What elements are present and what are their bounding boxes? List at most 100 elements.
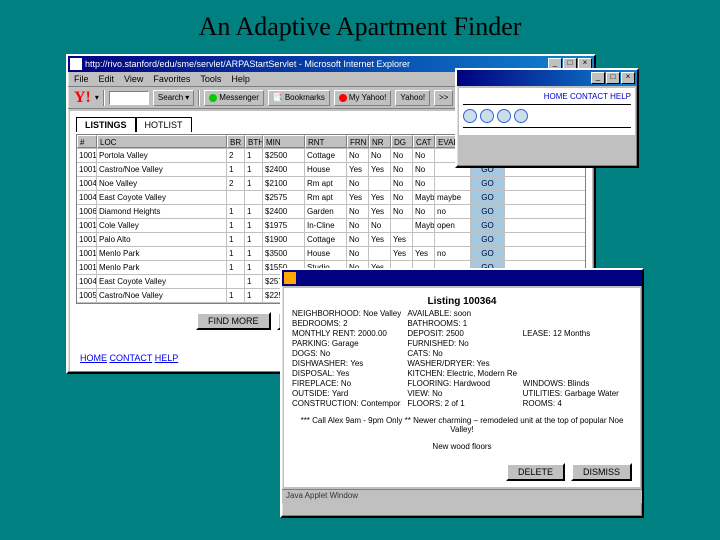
table-row[interactable]: 100173Cole Valley11$1975In-ClineNoNoMayb… xyxy=(77,219,585,233)
go-link[interactable]: GO xyxy=(471,233,505,246)
detail-field: BEDROOMS: 2 xyxy=(292,319,401,328)
col-br[interactable]: BR xyxy=(227,135,245,148)
table-cell: No xyxy=(347,233,369,246)
detail-statusbar: Java Applet Window xyxy=(282,489,642,503)
my-yahoo-button[interactable]: My Yahoo! xyxy=(334,90,392,106)
ie-icon xyxy=(70,58,82,70)
table-cell: 1 xyxy=(245,261,263,274)
tab-listings[interactable]: LISTINGS xyxy=(76,117,136,132)
detail-field: PARKING: Garage xyxy=(292,339,401,348)
table-cell: maybe xyxy=(435,191,471,204)
go-link[interactable]: GO xyxy=(471,177,505,190)
detail-body: Listing 100364 NEIGHBORHOOD: Noe ValleyA… xyxy=(284,288,640,487)
table-row[interactable]: 100141Menlo Park11$3500HouseNoYesYesnoGO xyxy=(77,247,585,261)
table-row[interactable]: 100653Diamond Heights11$2400GardenNoYesN… xyxy=(77,205,585,219)
detail-field xyxy=(523,319,632,328)
table-row[interactable]: 100178Palo Alto11$1900CottageNoYesYesGO xyxy=(77,233,585,247)
table-cell: No xyxy=(347,149,369,162)
table-cell: Yes xyxy=(369,233,391,246)
dismiss-button[interactable]: DISMISS xyxy=(571,463,632,481)
aux-window: _ □ × HOME CONTACT HELP xyxy=(455,68,639,168)
col-rnt[interactable]: RNT xyxy=(305,135,347,148)
table-row[interactable]: 100482East Coyote Valley$2575Rm aptYesYe… xyxy=(77,191,585,205)
table-cell: No xyxy=(413,177,435,190)
table-cell: 100141 xyxy=(77,247,97,260)
table-cell: No xyxy=(347,177,369,190)
myyahoo-dot-icon xyxy=(339,94,347,102)
table-cell: House xyxy=(305,247,347,260)
footer-contact-link[interactable]: CONTACT xyxy=(110,353,153,363)
search-button[interactable]: Search ▾ xyxy=(153,90,194,106)
table-cell: No xyxy=(347,219,369,232)
yahoo-logo-icon: Y! xyxy=(74,89,91,107)
table-cell: No xyxy=(391,205,413,218)
table-cell: 100471 xyxy=(77,177,97,190)
footer-home-link[interactable]: HOME xyxy=(80,353,107,363)
table-cell: Yes xyxy=(369,205,391,218)
menu-view[interactable]: View xyxy=(124,74,143,84)
aux-close-button[interactable]: × xyxy=(621,72,635,84)
table-cell: 100482 xyxy=(77,275,97,288)
menu-edit[interactable]: Edit xyxy=(99,74,115,84)
col-bth[interactable]: BTH xyxy=(245,135,263,148)
yahoo-button[interactable]: Yahoo! xyxy=(395,90,430,106)
table-cell: Menlo Park xyxy=(97,247,227,260)
table-cell: East Coyote Valley xyxy=(97,191,227,204)
detail-field: BATHROOMS: 1 xyxy=(407,319,516,328)
table-cell: No xyxy=(391,177,413,190)
table-cell: 1 xyxy=(245,289,263,302)
table-cell: No xyxy=(347,247,369,260)
table-row[interactable]: 100471Noe Valley21$2100Rm aptNoNoNoGO xyxy=(77,177,585,191)
table-cell xyxy=(227,191,245,204)
table-cell xyxy=(369,177,391,190)
detail-field xyxy=(523,359,632,368)
detail-field: VIEW: No xyxy=(407,389,516,398)
toolbar-more-button[interactable]: >> xyxy=(434,90,453,106)
col-nr[interactable]: NR xyxy=(369,135,391,148)
detail-field: CONSTRUCTION: Contemporary xyxy=(292,399,401,408)
go-link[interactable]: GO xyxy=(471,191,505,204)
aux-header-links[interactable]: HOME CONTACT HELP xyxy=(463,92,631,101)
search-input[interactable] xyxy=(109,91,149,105)
menu-help[interactable]: Help xyxy=(231,74,250,84)
detail-field xyxy=(523,369,632,378)
delete-button[interactable]: DELETE xyxy=(506,463,565,481)
aux-min-button[interactable]: _ xyxy=(591,72,605,84)
table-cell: No xyxy=(391,163,413,176)
detail-field: AVAILABLE: soon xyxy=(407,309,516,318)
menu-file[interactable]: File xyxy=(74,74,89,84)
table-cell: Garden xyxy=(305,205,347,218)
detail-field: FLOORS: 2 of 1 xyxy=(407,399,516,408)
table-cell xyxy=(391,219,413,232)
chart-bubble-icon xyxy=(480,109,494,123)
table-cell: Yes xyxy=(347,163,369,176)
col-loc[interactable]: LOC xyxy=(97,135,227,148)
messenger-button[interactable]: Messenger xyxy=(204,90,264,106)
aux-max-button[interactable]: □ xyxy=(606,72,620,84)
table-cell: In-Cline xyxy=(305,219,347,232)
menu-tools[interactable]: Tools xyxy=(200,74,221,84)
table-cell: 1 xyxy=(227,219,245,232)
table-cell: $2500 xyxy=(263,149,305,162)
table-cell: 100125 xyxy=(77,149,97,162)
table-cell xyxy=(227,275,245,288)
menu-favorites[interactable]: Favorites xyxy=(153,74,190,84)
go-link[interactable]: GO xyxy=(471,205,505,218)
col-min[interactable]: MIN xyxy=(263,135,305,148)
go-link[interactable]: GO xyxy=(471,247,505,260)
tab-hotlist[interactable]: HOTLIST xyxy=(136,117,192,132)
table-cell: East Coyote Valley xyxy=(97,275,227,288)
col-cat[interactable]: CAT xyxy=(413,135,435,148)
table-cell: Cottage xyxy=(305,233,347,246)
find-more-button[interactable]: FIND MORE xyxy=(196,312,271,330)
table-cell: Castro/Noe Valley xyxy=(97,163,227,176)
col-frn[interactable]: FRN xyxy=(347,135,369,148)
col-dg[interactable]: DG xyxy=(391,135,413,148)
go-link[interactable]: GO xyxy=(471,219,505,232)
table-cell: $1975 xyxy=(263,219,305,232)
col-num[interactable]: # xyxy=(77,135,97,148)
bookmarks-button[interactable]: 📑Bookmarks xyxy=(268,90,330,106)
java-cup-icon xyxy=(284,272,296,284)
detail-field xyxy=(523,349,632,358)
footer-help-link[interactable]: HELP xyxy=(155,353,179,363)
